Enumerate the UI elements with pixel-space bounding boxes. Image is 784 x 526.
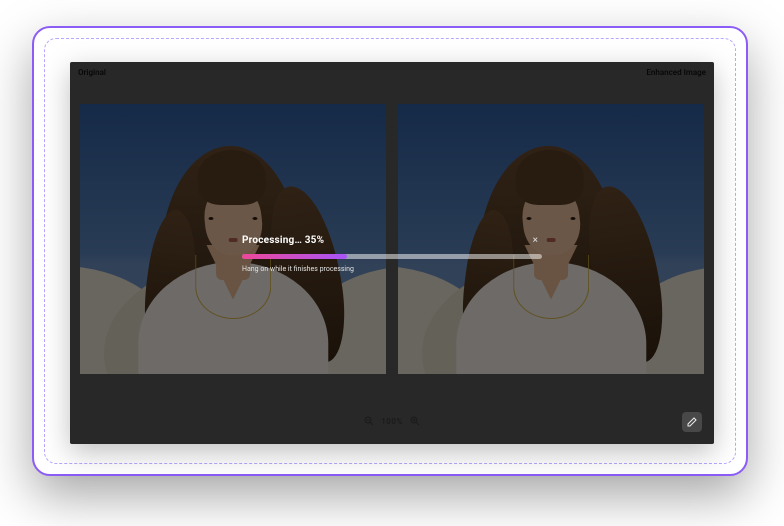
outer-frame: Original Enhanced Image <box>32 26 748 476</box>
progress-fill <box>242 254 347 259</box>
app-window: Original Enhanced Image <box>70 62 714 444</box>
zoom-out-icon <box>363 415 375 427</box>
progress-bar <box>242 254 542 259</box>
edit-icon <box>686 416 698 428</box>
zoom-controls: 100% <box>363 415 421 427</box>
zoom-in-button[interactable] <box>409 415 421 427</box>
close-icon: × <box>533 235 538 246</box>
progress-message: Hang on while it finishes processing <box>242 265 542 273</box>
close-button[interactable]: × <box>529 233 542 248</box>
zoom-value: 100% <box>381 417 403 426</box>
zoom-in-icon <box>409 415 421 427</box>
progress-title: Processing… 35% <box>242 235 324 246</box>
edit-button[interactable] <box>682 412 702 432</box>
footer: 100% <box>70 398 714 444</box>
progress-modal: Processing… 35% × Hang on while it finis… <box>242 233 542 273</box>
zoom-out-button[interactable] <box>363 415 375 427</box>
